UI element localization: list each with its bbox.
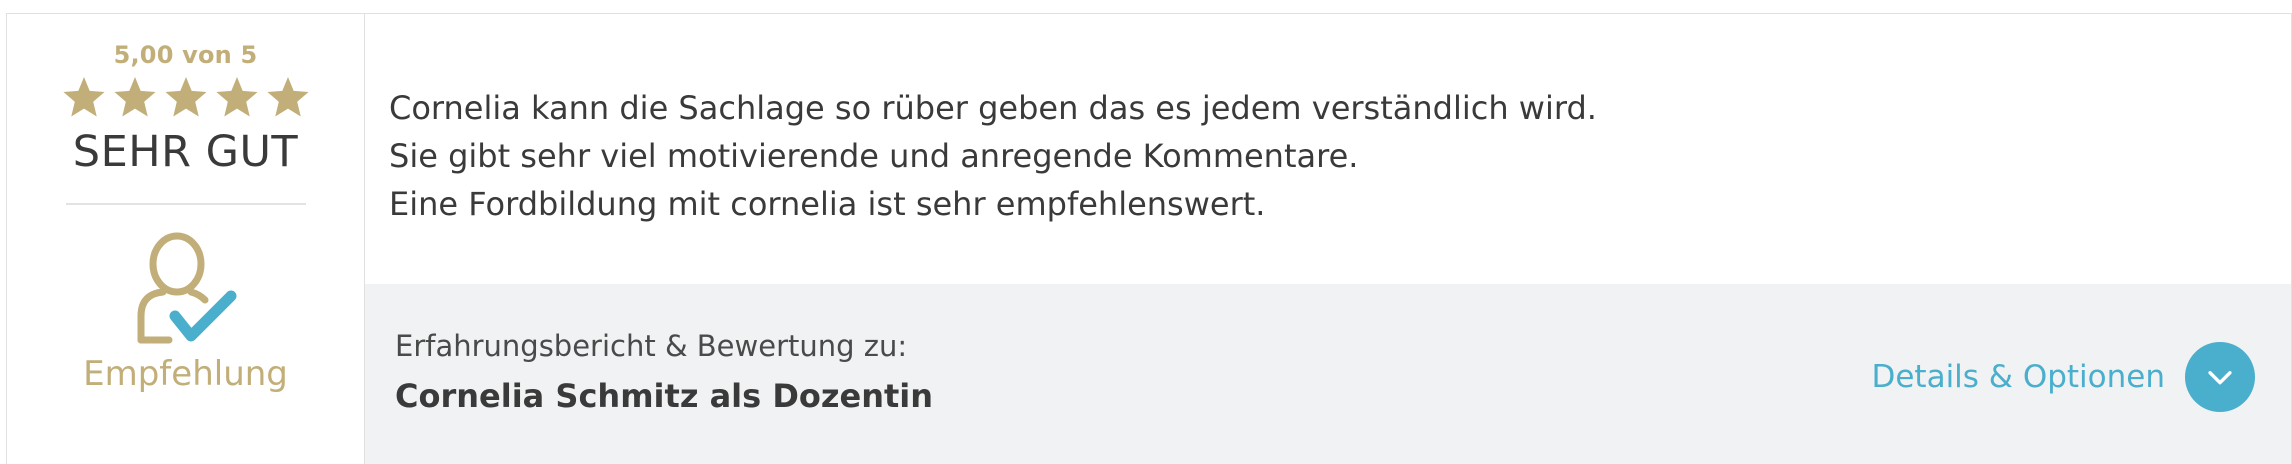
star-rating <box>58 74 313 121</box>
chevron-down-icon <box>2208 371 2232 385</box>
details-expand-button[interactable] <box>2185 342 2255 412</box>
recommendation-user-check-icon <box>131 228 241 346</box>
review-text: Cornelia kann die Sachlage so rüber gebe… <box>365 14 2291 284</box>
recommendation-label: Empfehlung <box>83 354 288 394</box>
review-card: 5,00 von 5 SEHR GUT Empfehlung Cornelia … <box>6 13 2292 464</box>
star-icon <box>266 76 309 117</box>
review-footer: Erfahrungsbericht & Bewertung zu: Cornel… <box>365 284 2291 464</box>
divider <box>65 203 306 205</box>
details-options-link[interactable]: Details & Optionen <box>1871 359 2165 395</box>
star-icon <box>113 76 156 117</box>
star-icon <box>215 76 258 117</box>
rating-panel: 5,00 von 5 SEHR GUT Empfehlung <box>7 14 365 464</box>
rating-verdict: SEHR GUT <box>72 127 299 177</box>
review-content: Cornelia kann die Sachlage so rüber gebe… <box>365 14 2291 464</box>
review-line: Eine Fordbildung mit cornelia ist sehr e… <box>389 185 1266 223</box>
review-line: Cornelia kann die Sachlage so rüber gebe… <box>389 89 1597 127</box>
review-line: Sie gibt sehr viel motivierende und anre… <box>389 137 1359 175</box>
rating-score: 5,00 von 5 <box>113 41 258 69</box>
star-icon <box>62 76 105 117</box>
details-options-toggle[interactable]: Details & Optionen <box>1871 342 2255 412</box>
star-icon <box>164 76 207 117</box>
